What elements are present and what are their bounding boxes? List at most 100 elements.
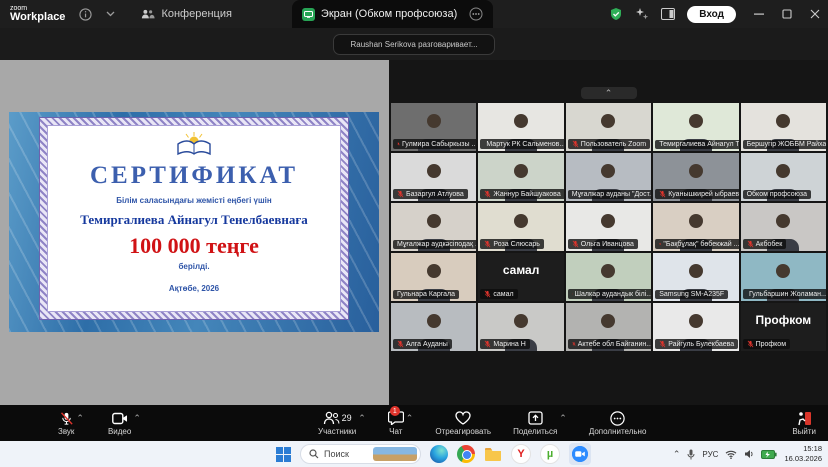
video-button[interactable]: Видео [108,410,131,436]
participant-tile[interactable]: Райгуль Булекбаева [653,303,738,351]
participant-tile[interactable]: Ольга Иванцова [566,203,651,251]
participant-tile[interactable]: Гульбаршин Жоламан... [741,253,826,301]
signin-button[interactable]: Вход [687,6,736,23]
participants-caret[interactable]: ⌃ [358,413,366,424]
leave-button[interactable]: Выйти [792,410,816,436]
react-button[interactable]: Отреагировать [435,410,491,436]
video-options-caret[interactable]: ⌃ [133,413,141,424]
zoom-app-icon-active[interactable] [569,443,591,465]
video-gallery-pane: ⌃ Гулмира Сабыркызы ...Мартук РК Сальмен… [389,60,828,405]
participants-icon [323,411,340,425]
more-label: Дополнительно [589,427,647,436]
certificate-photo: СЕРТИФИКАТ Білім саласындағы жемісті еңб… [9,112,379,332]
participant-tile[interactable]: Профком Профком [741,303,826,351]
file-explorer-icon[interactable] [484,447,502,462]
certificate-given: берілді. [48,262,340,271]
participant-name-tag: Samsung SM-A235F [655,290,728,299]
participant-name: Актебе обл Байганин... [578,341,651,348]
participant-tile[interactable]: Роза Слюсарь [478,203,563,251]
participant-tile[interactable]: Актебе обл Байганин... [566,303,651,351]
minimize-button[interactable] [754,9,764,19]
more-button[interactable]: Дополнительно [589,410,647,436]
participant-tile[interactable]: Куанышкирей ыбраев [653,153,738,201]
notification-strip: Raushan Serikova разговаривает... [0,28,828,60]
chat-button[interactable]: 1 Чат [388,410,404,436]
close-button[interactable] [810,9,820,19]
muted-mic-icon [397,140,400,148]
participant-tile[interactable]: самалсамал [478,253,563,301]
certificate-frame: СЕРТИФИКАТ Білім саласындағы жемісті еңб… [39,117,349,320]
wifi-icon[interactable] [725,450,737,459]
participant-name-tag: Гульнара Каргала [393,290,459,299]
participant-tile[interactable]: Мұғалжар ауданы "Дост... [566,153,651,201]
windows-start-button[interactable] [276,447,291,462]
tab-more-icon[interactable] [469,7,483,21]
participant-big-name: Профком [741,313,826,327]
language-indicator[interactable]: РУС [702,450,718,459]
taskbar-clock[interactable]: 15:18 16.03.2026 [784,444,822,464]
participant-tile[interactable]: Жаннур Байшуакова [478,153,563,201]
video-grid: Гулмира Сабыркызы ...Мартук РК Сальменов… [391,103,826,351]
share-caret[interactable]: ⌃ [559,413,567,424]
tab-screen-label: Экран (Обком профсоюза) [321,8,457,20]
participant-name: Роза Слюсарь [493,241,540,248]
edge-browser-icon[interactable] [430,445,448,463]
ai-companion-icon[interactable] [635,7,649,21]
speaker-icon[interactable] [744,449,754,459]
participant-tile[interactable]: "Бақбұлақ" бөбекжай ... [653,203,738,251]
participant-tile[interactable]: Акбобек [741,203,826,251]
participant-name: Пользователь Zoom [581,141,646,148]
participant-tile[interactable]: Обком профсоюза [741,153,826,201]
share-button[interactable]: Поделиться [513,410,557,436]
muted-mic-icon [659,240,661,248]
participant-name-tag: Гульбаршин Жоламан... [743,289,826,299]
participant-name: Темиргалиева Айнагул Те... [659,141,738,148]
gallery-collapse-button[interactable]: ⌃ [581,87,637,99]
participant-tile[interactable]: Мартук РК Сальменов... [478,103,563,151]
participant-tile[interactable]: Samsung SM-A235F [653,253,738,301]
participant-big-name: самал [478,263,563,277]
video-label: Видео [108,427,131,436]
certificate-subtitle: Білім саласындағы жемісті еңбегі үшін [48,196,340,205]
participant-tile[interactable]: Темиргалиева Айнагул Те... [653,103,738,151]
speaking-notification: Raushan Serikova разговаривает... [333,34,494,55]
participant-tile[interactable]: Пользователь Zoom [566,103,651,151]
utorrent-icon[interactable]: µ [540,444,560,464]
participant-tile[interactable]: Шалкар аудандык білі... [566,253,651,301]
participant-name: Профком [756,341,786,348]
tab-conference[interactable]: Конференция [141,8,231,20]
participant-tile[interactable]: Мұғалжар аудкәсіподақ ... [391,203,476,251]
mute-options-caret[interactable]: ⌃ [76,413,84,424]
certificate-recipient: Темиргалиева Айнагул Тенелбаевнаға [48,212,340,228]
screen-share-icon [302,8,315,21]
participant-name-tag: Алга Ауданы [393,339,452,349]
participant-tile[interactable]: Алга Ауданы [391,303,476,351]
participant-name: Ольга Иванцова [581,241,634,248]
participants-count: 29 [342,413,352,423]
participant-tile[interactable]: Базаргул Атлуова [391,153,476,201]
participant-name: Гульбаршин Жоламан... [749,291,826,298]
tray-mic-icon[interactable] [687,449,695,460]
participants-button[interactable]: 29 Участники [318,410,356,436]
battery-icon[interactable] [761,450,777,459]
tray-expand-caret[interactable]: ⌃ [673,449,681,460]
taskbar-search[interactable]: Поиск [300,444,421,464]
participant-tile[interactable]: Гульнара Каргала [391,253,476,301]
participant-name: Обком профсоюза [747,191,807,198]
participant-tile[interactable]: Бершугір ЖОББМ Райхан [741,103,826,151]
info-icon[interactable] [79,8,92,21]
yandex-browser-icon[interactable]: Y [511,444,531,464]
layout-icon[interactable] [661,8,675,20]
security-shield-icon[interactable] [609,7,623,21]
muted-mic-icon [572,290,573,298]
participant-tile[interactable]: Марина Н [478,303,563,351]
muted-mic-icon [747,340,754,348]
participant-name-tag: "Бақбұлақ" бөбекжай ... [655,239,738,249]
maximize-button[interactable] [782,9,792,19]
chevron-down-icon[interactable] [106,11,115,17]
participant-tile[interactable]: Гулмира Сабыркызы ... [391,103,476,151]
tab-screen-share[interactable]: Экран (Обком профсоюза) [292,0,493,28]
chat-caret[interactable]: ⌃ [406,413,414,424]
mute-button[interactable]: Звук [58,410,74,436]
chrome-browser-icon[interactable] [457,445,475,463]
